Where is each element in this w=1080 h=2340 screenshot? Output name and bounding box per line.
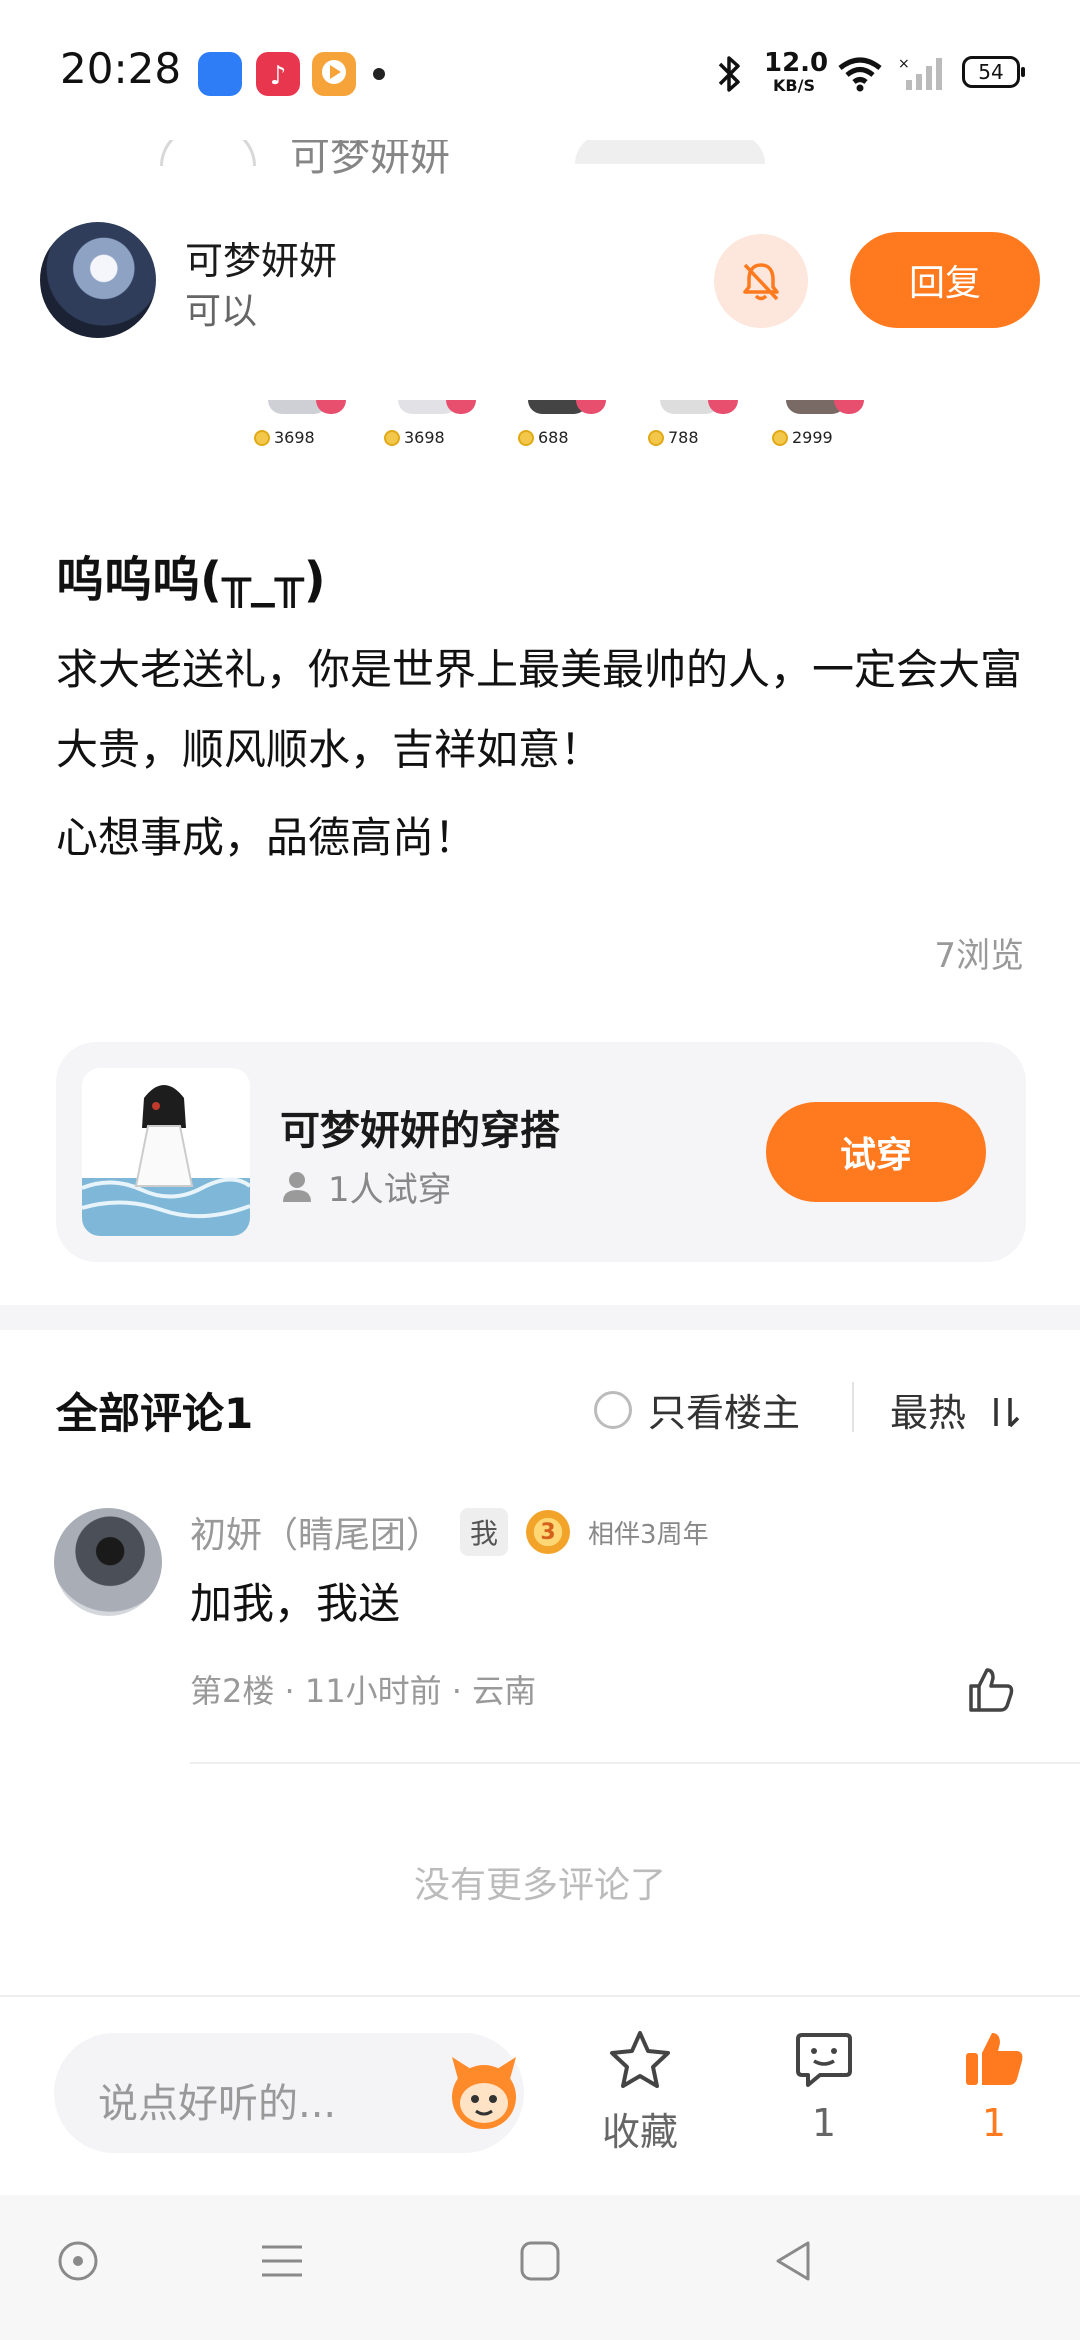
me-badge: 我	[460, 1508, 509, 1556]
gift-thumb[interactable]	[528, 400, 606, 414]
outfit-card[interactable]: 可梦妍妍的穿搭 1人试穿 试穿	[56, 1042, 1026, 1262]
favorite-label: 收藏	[601, 2110, 678, 2154]
coin-icon	[518, 429, 534, 446]
comment-divider	[190, 1762, 1080, 1764]
gift-thumb[interactable]	[786, 400, 864, 414]
bottom-action-bar: 说点好听的... 收藏 1 1	[0, 1995, 1080, 2195]
divider	[852, 1382, 854, 1432]
outfit-title: 可梦妍妍的穿搭	[280, 1108, 560, 1154]
post-paragraph: 求大老送礼，你是世界上最美最帅的人，一定会大富大贵，顺风顺水，吉祥如意！	[56, 645, 1023, 774]
gift-price-1[interactable]: 3698	[254, 428, 315, 447]
only-host-label: 只看楼主	[648, 1391, 801, 1435]
comment-like-icon[interactable]	[965, 1664, 1017, 1716]
reply-button[interactable]: 回复	[850, 232, 1040, 328]
post-body: 求大老送礼，你是世界上最美最帅的人，一定会大富大贵，顺风顺水，吉祥如意！ 心想事…	[56, 630, 1036, 878]
bluetooth-icon	[718, 56, 740, 92]
gift-price-2[interactable]: 3698	[384, 428, 445, 447]
post-title: 呜呜呜(╥_╥)	[56, 552, 326, 608]
gift-strip: 3698 3698 688 788 2999	[0, 400, 1080, 470]
gift-price-4[interactable]: 788	[648, 428, 699, 447]
comments-section: 全部评论1 只看楼主 最热 初妍（睛尾团） 我 3 相伴3周年 加我，我送 第2…	[0, 1330, 1080, 1995]
like-button[interactable]: 1	[934, 2027, 1054, 2145]
post-paragraph: 心想事成，品德高尚！	[56, 813, 477, 862]
ghost-pill	[575, 140, 765, 164]
comment-input[interactable]: 说点好听的...	[54, 2033, 524, 2153]
bell-off-icon	[743, 263, 779, 301]
status-time: 20:28	[60, 44, 182, 93]
comments-title: 全部评论1	[56, 1389, 254, 1438]
menu-nav-icon[interactable]	[258, 2237, 306, 2285]
gift-thumb[interactable]	[398, 400, 476, 414]
gift-price-3[interactable]: 688	[518, 428, 569, 447]
person-icon	[283, 1171, 311, 1202]
comment-text: 加我，我送	[190, 1579, 401, 1628]
outfit-tried-count: 1人试穿	[280, 1162, 452, 1211]
comment-count: 1	[811, 2101, 837, 2145]
outfit-tried-text: 1人试穿	[328, 1170, 452, 1210]
author-avatar[interactable]	[40, 222, 156, 338]
battery-icon: 54	[962, 56, 1025, 88]
notification-dot-icon	[373, 68, 385, 80]
author-subtitle: 可以	[185, 291, 258, 332]
medal-label: 相伴3周年	[588, 1519, 709, 1550]
assistant-nav-icon[interactable]	[54, 2237, 102, 2285]
app-blue-icon	[198, 52, 242, 96]
no-more-comments: 没有更多评论了	[413, 1865, 666, 1906]
sort-label: 最热	[890, 1391, 967, 1435]
coin-icon	[384, 429, 400, 446]
coin-icon	[772, 429, 788, 446]
coin-icon	[254, 429, 270, 446]
star-icon	[610, 2031, 670, 2088]
sort-icon	[994, 1398, 1020, 1428]
net-speed-unit: KB/S	[773, 76, 815, 95]
sort-toggle[interactable]: 最热	[890, 1382, 1022, 1437]
only-host-toggle[interactable]: 只看楼主	[594, 1382, 800, 1437]
svg-text:♪: ♪	[270, 61, 287, 91]
favorite-button[interactable]: 收藏	[580, 2027, 700, 2156]
radio-icon[interactable]	[594, 1390, 632, 1429]
post-content: 呜呜呜(╥_╥) 求大老送礼，你是世界上最美最帅的人，一定会大富大贵，顺风顺水，…	[0, 470, 1080, 1305]
back-nav-icon[interactable]	[770, 2237, 818, 2285]
gift-thumb[interactable]	[268, 400, 346, 414]
gift-price-5[interactable]: 2999	[772, 428, 833, 447]
home-nav-icon[interactable]	[516, 2237, 564, 2285]
thumbs-up-filled-icon	[966, 2033, 1023, 2085]
status-bar: 20:28 ♪ 12.0 KB/S × 54	[0, 0, 1080, 140]
mute-notification-button[interactable]	[714, 234, 808, 328]
video-app-icon	[312, 52, 356, 96]
commenter-info: 初妍（睛尾团） 我 3 相伴3周年	[190, 1506, 709, 1558]
music-app-icon: ♪	[256, 52, 300, 96]
like-count: 1	[981, 2101, 1007, 2145]
comment-bubble-icon	[796, 2033, 852, 2087]
system-nav-bar	[0, 2195, 1080, 2340]
try-on-button[interactable]: 试穿	[766, 1102, 986, 1202]
comment-button[interactable]: 1	[764, 2027, 884, 2145]
svg-text:×: ×	[898, 56, 910, 72]
comment-meta: 第2楼 · 11小时前 · 云南	[190, 1672, 537, 1710]
ghost-avatar	[160, 140, 256, 166]
wifi-icon	[838, 57, 882, 92]
comment-input-placeholder: 说点好听的...	[98, 2081, 337, 2127]
net-speed-value: 12.0	[764, 48, 829, 78]
coin-icon	[648, 429, 664, 446]
gift-thumb[interactable]	[660, 400, 738, 414]
outfit-thumbnail[interactable]	[82, 1068, 250, 1236]
net-speed: 12.0 KB/S	[764, 48, 829, 95]
commenter-name[interactable]: 初妍（睛尾团）	[190, 1506, 442, 1558]
commenter-avatar[interactable]	[54, 1508, 162, 1616]
anniversary-medal-icon: 3	[526, 1510, 571, 1554]
ghost-title: 可梦妍妍	[290, 140, 450, 180]
signal-icon: ×	[898, 56, 942, 90]
post-header: 可梦妍妍 可梦妍妍 可以 回复	[0, 140, 1080, 400]
author-name[interactable]: 可梦妍妍	[185, 230, 337, 285]
mascot-emoji-icon[interactable]	[444, 2049, 524, 2135]
view-count: 7浏览	[934, 936, 1024, 976]
